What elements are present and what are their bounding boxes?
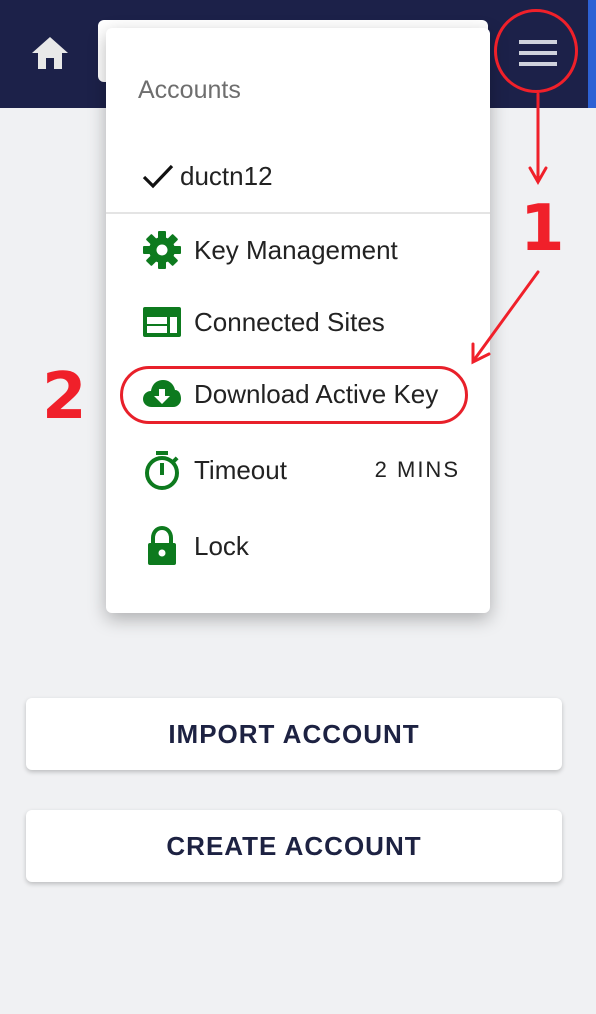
annotation-arrows — [471, 92, 548, 365]
arrow-diagonal — [472, 270, 540, 362]
